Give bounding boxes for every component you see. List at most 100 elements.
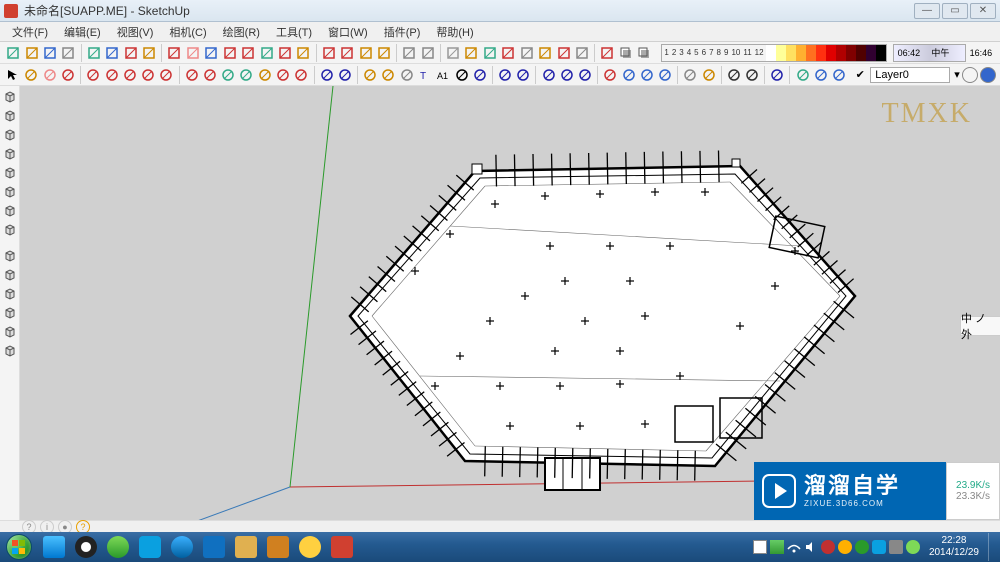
slice-icon[interactable] <box>555 44 571 62</box>
pushpull-icon[interactable] <box>203 44 219 62</box>
roof-tool-icon[interactable] <box>1 323 19 341</box>
overlay-banner[interactable]: 溜溜自学 ZIXUE.3D66.COM <box>754 462 946 520</box>
grid-icon[interactable] <box>337 66 353 84</box>
striped-tool-icon[interactable] <box>1 183 19 201</box>
poly-icon[interactable] <box>140 66 156 84</box>
menu-tools[interactable]: 工具(T) <box>268 22 320 42</box>
tray-icon-5[interactable] <box>821 540 835 554</box>
zoom-icon[interactable] <box>540 66 556 84</box>
world-icon[interactable] <box>794 66 810 84</box>
feet-icon[interactable] <box>726 66 742 84</box>
door-tool-icon[interactable] <box>1 266 19 284</box>
swatch-2[interactable] <box>786 45 796 61</box>
minimize-button[interactable]: — <box>914 3 940 19</box>
tray-flag-icon[interactable] <box>753 540 767 554</box>
taskbar-clock[interactable]: 22:28 2014/12/29 <box>923 535 985 559</box>
arrow-icon[interactable] <box>362 66 378 84</box>
viewport[interactable]: TMXK <box>20 86 1000 520</box>
task-app-2[interactable] <box>71 534 101 560</box>
menu-plugins[interactable]: 插件(P) <box>376 22 429 42</box>
su-icon[interactable] <box>599 44 615 62</box>
select-icon[interactable] <box>5 66 21 84</box>
comp5-icon[interactable] <box>657 66 673 84</box>
orbit-icon[interactable] <box>399 66 415 84</box>
eraser-icon[interactable] <box>185 44 201 62</box>
layer-manager-icon[interactable] <box>980 67 996 83</box>
menu-view[interactable]: 视图(V) <box>109 22 162 42</box>
swatch-5[interactable] <box>816 45 826 61</box>
lasso-icon[interactable] <box>23 66 39 84</box>
shadow-off-icon[interactable] <box>618 44 634 62</box>
a1-icon[interactable]: A1 <box>435 66 451 84</box>
task-app-3[interactable] <box>103 534 133 560</box>
maximize-button[interactable]: ▭ <box>942 3 968 19</box>
open-icon[interactable] <box>23 44 39 62</box>
star-icon[interactable] <box>183 66 199 84</box>
rotate-icon[interactable] <box>240 44 256 62</box>
menu-camera[interactable]: 相机(C) <box>161 22 214 42</box>
menu-window[interactable]: 窗口(W) <box>320 22 376 42</box>
column-tool-icon[interactable] <box>1 285 19 303</box>
line-icon[interactable] <box>86 44 102 62</box>
edge-tool-icon[interactable] <box>1 126 19 144</box>
task-app-5[interactable] <box>167 534 197 560</box>
paint-icon[interactable] <box>537 44 553 62</box>
tray-icon-10[interactable] <box>906 540 920 554</box>
dim-icon[interactable] <box>453 66 469 84</box>
pencil-icon[interactable] <box>166 44 182 62</box>
task-app-9[interactable] <box>295 534 325 560</box>
offset-icon[interactable] <box>277 44 293 62</box>
plane-icon[interactable] <box>463 44 479 62</box>
tape-icon[interactable] <box>295 44 311 62</box>
rect-icon[interactable] <box>104 44 120 62</box>
start-button[interactable] <box>0 532 38 562</box>
follow-icon[interactable] <box>380 66 396 84</box>
cut-icon[interactable] <box>60 44 76 62</box>
shadow-on-icon[interactable] <box>636 44 652 62</box>
swatch-9[interactable] <box>856 45 866 61</box>
pan-icon[interactable] <box>577 66 593 84</box>
time-slider[interactable]: 06:42中午 <box>893 44 966 62</box>
layer-dropdown-icon[interactable]: ▾ <box>954 68 960 81</box>
menu-file[interactable]: 文件(F) <box>4 22 56 42</box>
puzzle-icon[interactable] <box>293 66 309 84</box>
tray-icon-8[interactable] <box>872 540 886 554</box>
right-mini-toolbar[interactable]: 中 ノ 外 <box>960 316 1000 336</box>
extrude-icon[interactable] <box>482 44 498 62</box>
tray-icon-6[interactable] <box>838 540 852 554</box>
swatch-6[interactable] <box>826 45 836 61</box>
cycle-icon[interactable] <box>238 66 254 84</box>
stair-tool-icon[interactable] <box>1 304 19 322</box>
task-app-4[interactable] <box>135 534 165 560</box>
arc-icon[interactable] <box>141 44 157 62</box>
target-icon[interactable] <box>701 66 717 84</box>
tray-wifi-icon[interactable] <box>787 540 801 554</box>
swatch-8[interactable] <box>846 45 856 61</box>
burst-icon[interactable] <box>202 66 218 84</box>
line-tool-icon[interactable] <box>1 145 19 163</box>
circle2-icon[interactable] <box>122 66 138 84</box>
check-icon[interactable] <box>320 44 336 62</box>
text-icon[interactable]: T <box>417 66 433 84</box>
house-tool-icon[interactable] <box>1 221 19 239</box>
cube3d2-icon[interactable] <box>831 66 847 84</box>
comp2-icon[interactable] <box>419 44 435 62</box>
layer-color-icon[interactable] <box>962 67 978 83</box>
tray-icon-9[interactable] <box>889 540 903 554</box>
task-app-7[interactable] <box>231 534 261 560</box>
tray-sound-icon[interactable] <box>804 540 818 554</box>
swatch-4[interactable] <box>806 45 816 61</box>
swatch-3[interactable] <box>796 45 806 61</box>
scale-icon[interactable] <box>258 44 274 62</box>
tray-icon-7[interactable] <box>855 540 869 554</box>
room-tool-icon[interactable] <box>1 342 19 360</box>
zoomext-icon[interactable] <box>559 66 575 84</box>
eraser2-icon[interactable] <box>42 66 58 84</box>
line2-icon[interactable] <box>85 66 101 84</box>
comp3-icon[interactable] <box>620 66 636 84</box>
menu-edit[interactable]: 编辑(E) <box>56 22 109 42</box>
cube-icon[interactable] <box>445 44 461 62</box>
swatch-10[interactable] <box>866 45 876 61</box>
circle-icon[interactable] <box>122 44 138 62</box>
people-icon[interactable] <box>515 66 531 84</box>
